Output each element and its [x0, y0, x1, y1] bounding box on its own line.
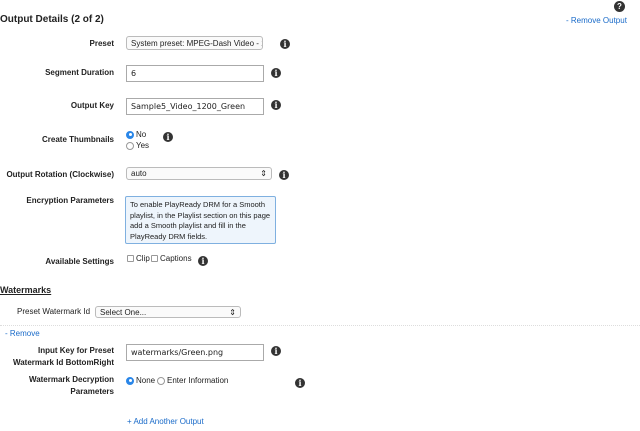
- decryption-none-radio[interactable]: None: [126, 375, 155, 386]
- remove-output-link[interactable]: - Remove Output: [566, 16, 627, 25]
- help-icon[interactable]: ?: [614, 1, 625, 12]
- label-line: Input Key for Preset: [37, 346, 114, 355]
- watermark-value: Select One...: [100, 307, 147, 317]
- info-icon[interactable]: i: [271, 346, 281, 356]
- thumbnails-yes-radio[interactable]: Yes: [126, 140, 149, 151]
- encryption-note: To enable PlayReady DRM for a Smooth pla…: [125, 196, 276, 244]
- clip-checkbox[interactable]: Clip: [127, 253, 150, 264]
- preset-label: Preset: [89, 39, 114, 48]
- label-line: Parameters: [70, 387, 114, 396]
- create-thumbnails-label: Create Thumbnails: [41, 135, 114, 144]
- output-rotation-label: Output Rotation (Clockwise): [6, 170, 114, 179]
- info-icon[interactable]: i: [295, 378, 305, 388]
- select-arrows-icon: ⇕: [229, 307, 236, 317]
- output-key-label: Output Key: [70, 101, 114, 110]
- radio-selected-icon: [126, 130, 134, 139]
- add-another-output-link[interactable]: + Add Another Output: [127, 417, 204, 426]
- radio-selected-icon: [126, 376, 134, 385]
- option-label: Yes: [136, 141, 150, 150]
- decryption-enter-radio[interactable]: Enter Information: [157, 375, 228, 386]
- thumbnails-no-radio[interactable]: No: [126, 129, 146, 140]
- select-arrows-icon: ⇕: [260, 169, 267, 178]
- option-label: Enter Information: [167, 376, 229, 385]
- input-key-input[interactable]: watermarks/Green.png: [126, 344, 264, 361]
- checkbox-icon: [127, 255, 134, 263]
- preset-watermark-select[interactable]: Select One... ⇕: [95, 306, 241, 318]
- option-label: Captions: [160, 254, 192, 263]
- page-title: Output Details (2 of 2): [0, 14, 104, 25]
- available-settings-label: Available Settings: [45, 257, 114, 266]
- input-key-label: Input Key for Preset Watermark Id BottomR…: [13, 345, 114, 369]
- preset-value: System preset: MPEG-Dash Video - 1.: [131, 38, 263, 48]
- divider: [0, 325, 640, 326]
- preset-watermark-label: Preset Watermark Id: [17, 307, 91, 316]
- output-key-input[interactable]: Sample5_Video_1200_Green: [126, 98, 264, 115]
- watermarks-heading: Watermarks: [0, 285, 52, 295]
- radio-icon: [157, 376, 165, 385]
- info-icon[interactable]: i: [198, 256, 208, 266]
- option-label: Clip: [136, 254, 150, 263]
- watermark-decryption-label: Watermark Decryption Parameters: [29, 374, 114, 398]
- label-line: Watermark Decryption: [28, 375, 114, 384]
- info-icon[interactable]: i: [271, 68, 281, 78]
- rotation-value: auto: [131, 169, 147, 178]
- output-rotation-select[interactable]: auto ⇕: [126, 167, 272, 180]
- info-icon[interactable]: i: [271, 100, 281, 110]
- option-label: None: [136, 376, 156, 385]
- info-icon[interactable]: i: [163, 132, 173, 142]
- option-label: No: [136, 130, 147, 139]
- encryption-parameters-label: Encryption Parameters: [26, 196, 114, 205]
- info-icon[interactable]: i: [279, 170, 289, 180]
- captions-checkbox[interactable]: Captions: [151, 253, 192, 264]
- info-icon[interactable]: i: [280, 39, 290, 49]
- segment-duration-input[interactable]: 6: [126, 65, 264, 82]
- label-line: Watermark Id BottomRight: [12, 358, 114, 367]
- remove-watermark-link[interactable]: - Remove: [5, 329, 40, 338]
- segment-duration-label: Segment Duration: [45, 68, 114, 77]
- checkbox-icon: [151, 255, 158, 263]
- radio-icon: [126, 141, 134, 150]
- preset-select[interactable]: System preset: MPEG-Dash Video - 1.⇕: [126, 36, 263, 50]
